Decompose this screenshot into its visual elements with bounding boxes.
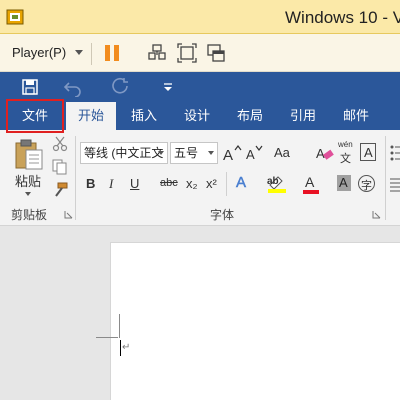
unity-icon[interactable] <box>206 43 226 63</box>
vm-title-bar: Windows 10 - V <box>0 0 400 34</box>
font-color-swatch <box>303 190 319 194</box>
paragraph-mark-icon: ↵ <box>122 342 131 353</box>
vm-window-title: Windows 10 - V <box>285 8 400 27</box>
character-shading-button[interactable]: A <box>337 175 351 191</box>
font-color-button[interactable]: A <box>303 173 319 195</box>
bullets-icon[interactable] <box>390 144 400 162</box>
bold-button[interactable]: B <box>86 176 95 191</box>
margin-corner-mark <box>96 337 118 338</box>
tab-references[interactable]: 引用 <box>279 102 327 130</box>
enclose-characters-button[interactable]: 字 <box>358 175 375 192</box>
clear-formatting-icon[interactable]: A <box>316 144 334 162</box>
send-ctrl-alt-del-icon[interactable] <box>147 43 167 63</box>
vm-toolbar: Player(P) <box>0 34 400 89</box>
save-icon[interactable] <box>20 77 40 97</box>
chevron-down-icon[interactable] <box>75 50 83 55</box>
font-size-combo[interactable]: 五号 <box>170 142 218 164</box>
document-page[interactable] <box>110 242 400 400</box>
svg-text:A: A <box>246 147 255 162</box>
dialog-launcher-icon[interactable] <box>64 210 73 219</box>
tab-design[interactable]: 设计 <box>173 102 221 130</box>
vmware-logo-icon <box>6 9 24 25</box>
phonetic-guide-char: 文 <box>340 153 351 165</box>
svg-text:A: A <box>316 146 325 161</box>
font-color-char: A <box>305 174 315 190</box>
toolbar-separator <box>91 43 92 65</box>
tab-home[interactable]: 开始 <box>66 102 116 130</box>
player-menu[interactable]: Player(P) <box>12 45 66 60</box>
paste-icon[interactable] <box>14 138 44 170</box>
fit-window-icon[interactable] <box>177 43 197 63</box>
grow-font-icon[interactable]: A <box>222 144 242 162</box>
tab-insert[interactable]: 插入 <box>120 102 168 130</box>
group-separator <box>385 136 386 220</box>
shrink-font-icon[interactable]: A <box>245 144 263 162</box>
cut-icon[interactable] <box>52 136 68 152</box>
chevron-down-icon[interactable] <box>25 192 31 196</box>
margin-corner-mark <box>119 314 120 338</box>
phonetic-guide-button[interactable]: wén 文 <box>338 140 356 166</box>
text-cursor <box>120 340 121 356</box>
pause-icon[interactable] <box>102 43 122 63</box>
strikethrough-button[interactable]: abc <box>160 177 178 189</box>
font-size-value: 五号 <box>174 146 199 160</box>
enclose-characters-char: 字 <box>361 180 372 192</box>
phonetic-guide-pinyin: wén <box>338 140 353 149</box>
redo-icon[interactable] <box>110 77 130 97</box>
font-name-value: 等线 (中文正文 <box>84 146 164 160</box>
italic-button[interactable]: I <box>109 176 113 192</box>
group-separator <box>75 136 76 220</box>
underline-button[interactable]: U <box>130 176 139 191</box>
font-name-combo[interactable]: 等线 (中文正文 <box>80 142 168 164</box>
chevron-down-icon[interactable] <box>158 151 164 155</box>
superscript-button[interactable]: x² <box>206 176 217 191</box>
character-shading-char: A <box>339 175 348 190</box>
customize-qat-icon[interactable] <box>158 77 178 97</box>
tab-mailings[interactable]: 邮件 <box>332 102 380 130</box>
tab-layout[interactable]: 布局 <box>226 102 274 130</box>
svg-text:ab: ab <box>267 176 279 187</box>
chevron-down-icon[interactable] <box>208 151 214 155</box>
group-separator <box>226 172 227 196</box>
svg-text:A: A <box>223 147 233 162</box>
subscript-button[interactable]: x₂ <box>186 176 198 191</box>
highlight-icon[interactable]: ab <box>266 173 288 193</box>
file-tab-highlight <box>6 99 64 133</box>
copy-icon[interactable] <box>52 159 68 175</box>
ribbon-home-panel: 粘贴 剪贴板 等线 (中文正文 五号 A A Aa A wén 文 A B I … <box>0 130 400 317</box>
document-area: ↵ <box>0 226 400 400</box>
character-border-button[interactable]: A <box>360 143 376 161</box>
undo-icon[interactable] <box>63 77 83 97</box>
change-case-button[interactable]: Aa <box>274 145 290 160</box>
align-left-icon[interactable] <box>390 176 400 194</box>
character-border-char: A <box>364 145 373 160</box>
paste-button-label[interactable]: 粘贴 <box>15 171 41 190</box>
font-group-label: 字体 <box>210 208 235 222</box>
text-effects-button[interactable]: A <box>236 174 247 192</box>
clipboard-group-label: 剪贴板 <box>11 208 48 222</box>
quick-access-toolbar <box>0 72 400 161</box>
dialog-launcher-icon[interactable] <box>372 210 381 219</box>
format-painter-icon[interactable] <box>52 182 68 198</box>
